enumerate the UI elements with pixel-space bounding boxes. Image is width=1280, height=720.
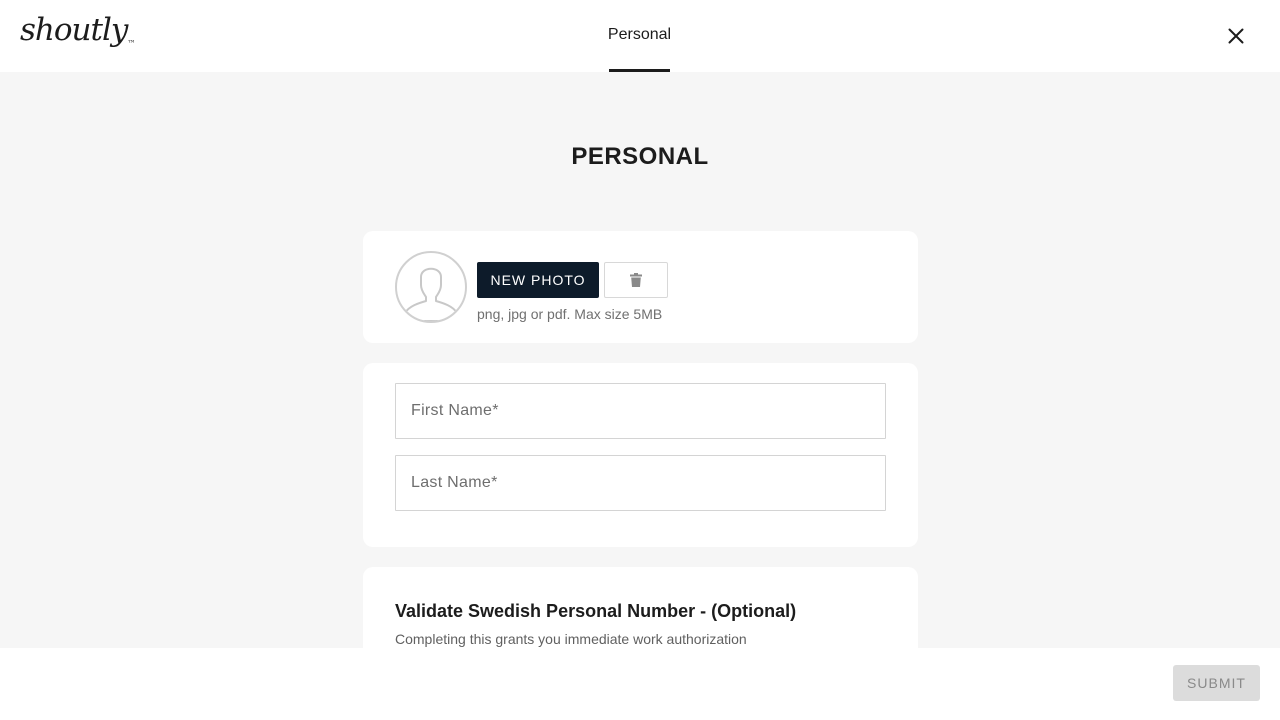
last-name-field-wrapper <box>395 455 886 511</box>
photo-format-hint: png, jpg or pdf. Max size 5MB <box>477 306 663 322</box>
name-card <box>363 363 918 547</box>
personal-number-title: Validate Swedish Personal Number - (Opti… <box>395 601 797 621</box>
tab-personal-label: Personal <box>607 25 672 43</box>
logo-trademark: ™ <box>127 39 135 48</box>
page-title: PERSONAL <box>571 143 709 170</box>
first-name-field-wrapper <box>395 383 886 439</box>
delete-photo-button[interactable] <box>604 262 668 298</box>
user-silhouette-icon <box>404 267 458 321</box>
personal-number-subtitle: Completing this grants you immediate wor… <box>395 631 747 647</box>
close-button[interactable] <box>1222 22 1250 50</box>
logo-text: shoutly <box>20 12 128 48</box>
avatar <box>395 251 467 323</box>
submit-button[interactable]: SUBMIT <box>1173 665 1260 701</box>
tab-personal[interactable]: Personal <box>607 0 672 72</box>
shoutly-logo[interactable]: shoutly™ <box>20 10 135 50</box>
first-name-input[interactable] <box>396 384 885 438</box>
footer-bar: SUBMIT <box>0 648 1280 720</box>
photo-card: NEW PHOTO png, jpg or pdf. Max size 5MB <box>363 231 918 343</box>
top-bar: shoutly™ Personal <box>0 0 1280 72</box>
last-name-input[interactable] <box>396 456 885 510</box>
trash-icon <box>630 273 642 287</box>
close-icon <box>1228 28 1244 44</box>
new-photo-button[interactable]: NEW PHOTO <box>477 262 599 298</box>
